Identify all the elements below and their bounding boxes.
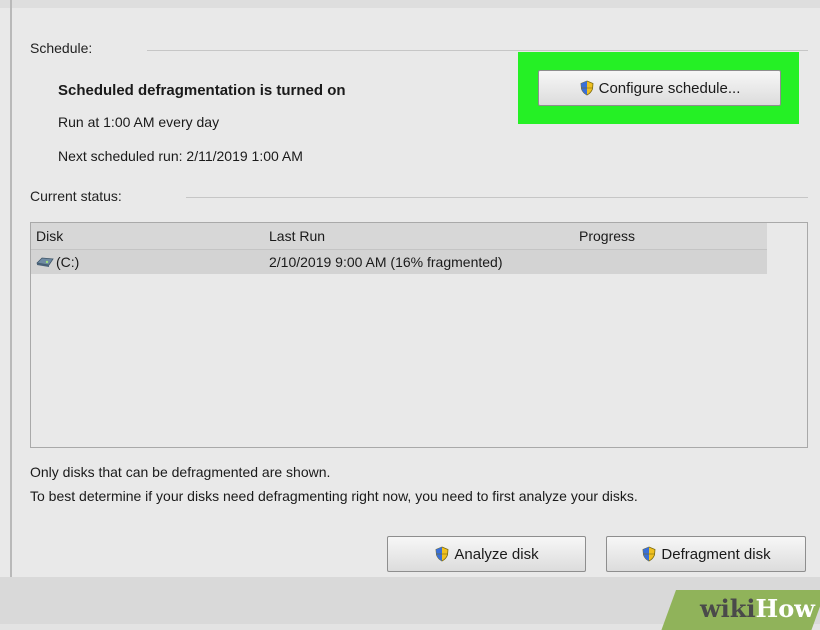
- column-last-run[interactable]: Last Run: [269, 228, 325, 244]
- note-analyze-hint: To best determine if your disks need def…: [30, 488, 638, 504]
- schedule-next-run-text: Next scheduled run: 2/11/2019 1:00 AM: [58, 148, 303, 164]
- schedule-status-text: Scheduled defragmentation is turned on: [58, 82, 346, 99]
- analyze-disk-button[interactable]: Analyze disk: [387, 536, 586, 572]
- window-top-edge: [0, 0, 820, 8]
- table-row[interactable]: (C:) 2/10/2019 9:00 AM (16% fragmented): [31, 250, 767, 274]
- row-last-run: 2/10/2019 9:00 AM (16% fragmented): [269, 254, 503, 270]
- drive-icon: [36, 257, 54, 267]
- uac-shield-icon: [435, 546, 449, 562]
- defragment-disk-button[interactable]: Defragment disk: [606, 536, 806, 572]
- current-status-divider: [186, 197, 808, 198]
- note-shown-disks: Only disks that can be defragmented are …: [30, 464, 331, 480]
- row-disk-name: (C:): [56, 254, 80, 270]
- wikihow-watermark: wikiHow: [700, 594, 815, 623]
- current-status-label: Current status:: [30, 188, 122, 204]
- uac-shield-icon: [580, 80, 594, 96]
- defragment-disk-label: Defragment disk: [661, 545, 771, 563]
- window-left-border: [10, 0, 12, 624]
- schedule-divider: [147, 50, 808, 51]
- disk-list[interactable]: Disk Last Run Progress (C:) 2/10/2019 9:…: [30, 222, 808, 448]
- disk-list-header: Disk Last Run Progress: [31, 223, 767, 250]
- defragmenter-window: Schedule: Scheduled defragmentation is t…: [0, 0, 820, 630]
- configure-schedule-label: Configure schedule...: [598, 79, 741, 97]
- schedule-label: Schedule:: [30, 40, 93, 56]
- column-disk[interactable]: Disk: [36, 228, 63, 244]
- configure-schedule-button[interactable]: Configure schedule...: [538, 70, 781, 106]
- uac-shield-icon: [642, 546, 656, 562]
- column-progress[interactable]: Progress: [579, 228, 635, 244]
- schedule-run-at-text: Run at 1:00 AM every day: [58, 114, 220, 130]
- analyze-disk-label: Analyze disk: [454, 545, 539, 563]
